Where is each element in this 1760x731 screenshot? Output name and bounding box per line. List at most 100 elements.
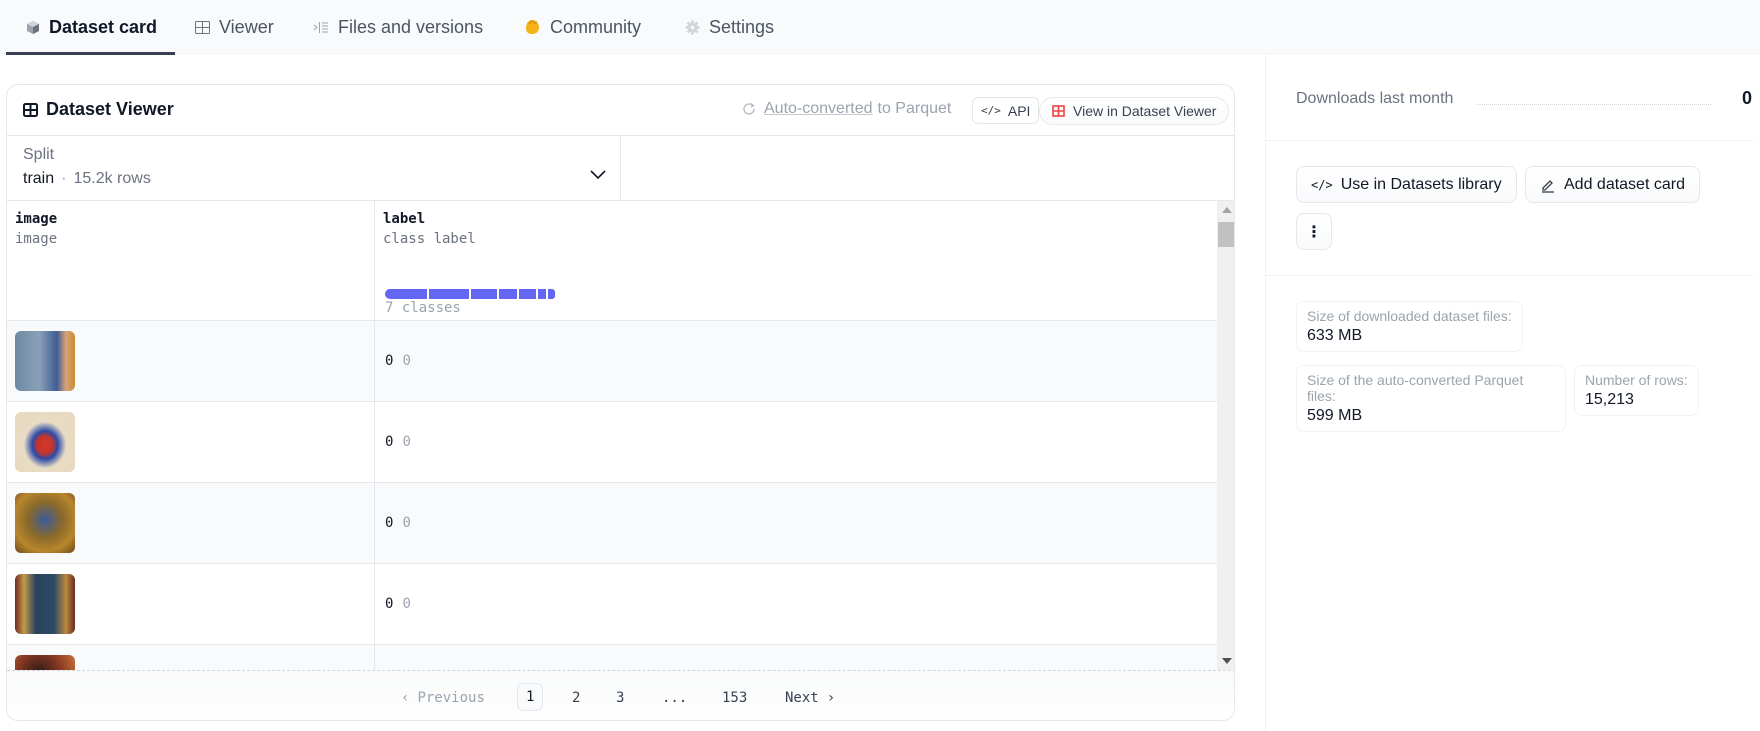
thumbnail-image[interactable] [15, 493, 75, 553]
image-cell [7, 483, 375, 563]
chevron-left-icon: ‹ [401, 690, 410, 706]
separator-dot: · [61, 170, 67, 187]
use-in-datasets-library-button[interactable]: </> Use in Datasets library [1296, 166, 1517, 203]
class-bar-segment[interactable] [499, 289, 517, 299]
column-name: image [15, 211, 58, 227]
viewer-title: Dataset Viewer [23, 99, 174, 120]
tab-settings[interactable]: Settings [685, 0, 774, 54]
table-icon [195, 20, 210, 34]
stat-key: Size of the auto-converted Parquet files… [1307, 372, 1524, 404]
label-value: 0 [385, 596, 394, 612]
view-label: View in Dataset Viewer [1073, 103, 1217, 119]
split-row: Split train · 15.2k rows [7, 136, 1234, 201]
stat-downloaded-size: Size of downloaded dataset files: 633 MB [1296, 301, 1523, 352]
next-page-button[interactable]: Next › [785, 685, 835, 711]
auto-converted-link[interactable]: Auto-converted [764, 100, 873, 118]
thumbnail-image[interactable] [15, 331, 75, 391]
add-dataset-card-button[interactable]: Add dataset card [1525, 166, 1700, 203]
class-bar-segment[interactable] [538, 289, 546, 299]
label-cell: 0 0 [375, 402, 1217, 482]
split-select[interactable]: Split train · 15.2k rows [7, 136, 621, 200]
previous-page-button[interactable]: ‹ Previous [401, 685, 485, 711]
split-rows: 15.2k rows [73, 170, 151, 187]
page-number: 3 [616, 690, 625, 706]
downloads-value: 0 [1742, 88, 1753, 108]
class-bar-segment[interactable] [548, 289, 555, 299]
tab-label: Files and versions [338, 16, 484, 37]
label-name: 0 [402, 353, 411, 369]
thumbnail-image[interactable] [15, 574, 75, 634]
table-scrollbar[interactable] [1217, 201, 1234, 670]
scrollbar-thumb[interactable] [1218, 222, 1234, 247]
tab-community[interactable]: Community [523, 0, 641, 54]
tab-dataset-card[interactable]: Dataset card [5, 0, 176, 55]
image-cell [7, 645, 375, 670]
tab-files-and-versions[interactable]: Files and versions [313, 0, 483, 54]
viewer-title-text: Dataset Viewer [46, 99, 174, 119]
page-button-2[interactable]: 2 [572, 685, 580, 711]
thumbnail-image[interactable] [15, 412, 75, 472]
stat-value: 633 MB [1307, 327, 1363, 344]
tab-label: Dataset card [49, 16, 158, 37]
page-number: 2 [572, 690, 581, 706]
tab-bar: Dataset card Viewer Files and versions C… [0, 0, 1760, 55]
image-cell [7, 321, 375, 401]
column-header-image[interactable]: image image [7, 201, 375, 321]
ellipsis: ... [662, 690, 688, 706]
previous-label: Previous [417, 690, 485, 706]
class-bar-segment[interactable] [471, 289, 497, 299]
table-row[interactable]: 0 0 [7, 321, 1217, 402]
table-header: image image label class label 7 classes [7, 201, 1217, 321]
column-type: image [15, 231, 58, 247]
dataset-viewer-card: Dataset Viewer Auto-converted to Parquet… [6, 84, 1235, 721]
class-bar-segment[interactable] [385, 289, 427, 299]
label-name: 0 [402, 434, 411, 450]
tab-viewer[interactable]: Viewer [195, 0, 274, 54]
classes-count: 7 classes [385, 300, 461, 316]
stat-number-of-rows: Number of rows: 15,213 [1574, 365, 1699, 416]
stat-parquet-size: Size of the auto-converted Parquet files… [1296, 365, 1566, 432]
label-cell: 0 0 [375, 564, 1217, 644]
api-button[interactable]: </> API [972, 97, 1040, 124]
downloads-sparkline [1476, 104, 1711, 105]
column-name: label [383, 211, 426, 227]
gear-icon [685, 19, 700, 35]
split-label: Split [23, 146, 55, 163]
sidebar: Downloads last month 0 </> Use in Datase… [1265, 54, 1760, 731]
image-cell [7, 402, 375, 482]
scroll-down-arrow-icon[interactable] [1222, 658, 1232, 664]
pagination: ‹ Previous 1 2 3 ... 153 Next › [7, 670, 1234, 720]
page-button-1[interactable]: 1 [517, 683, 544, 711]
table-icon [1052, 105, 1065, 117]
code-icon: </> [981, 104, 1001, 117]
more-options-button[interactable]: ⋮ [1296, 213, 1332, 250]
table-row[interactable] [7, 645, 1217, 670]
image-cell [7, 564, 375, 644]
more-icon: ⋮ [1306, 223, 1322, 241]
tab-label: Settings [709, 16, 775, 37]
table-row[interactable]: 0 0 [7, 402, 1217, 483]
column-header-label[interactable]: label class label 7 classes [375, 201, 1217, 321]
table-row[interactable]: 0 0 [7, 564, 1217, 645]
page-button-3[interactable]: 3 [616, 685, 624, 711]
tab-label: Community [550, 16, 642, 37]
chevron-down-icon [590, 170, 606, 180]
stat-key: Number of rows: [1585, 372, 1688, 388]
class-bar-segment[interactable] [429, 289, 469, 299]
view-in-dataset-viewer-button[interactable]: View in Dataset Viewer [1039, 97, 1230, 125]
column-type: class label [383, 231, 476, 247]
page-button-last[interactable]: 153 [722, 685, 747, 711]
cube-icon [26, 20, 40, 35]
button-label: Use in Datasets library [1340, 175, 1502, 193]
button-label: Add dataset card [1564, 175, 1685, 193]
class-bar-segment[interactable] [519, 289, 536, 299]
scroll-up-arrow-icon[interactable] [1222, 207, 1232, 213]
viewer-header: Dataset Viewer Auto-converted to Parquet… [7, 85, 1234, 136]
hand-wave-icon [523, 18, 541, 36]
stat-value: 15,213 [1585, 391, 1634, 408]
thumbnail-image[interactable] [15, 655, 75, 670]
tab-label: Viewer [219, 16, 274, 37]
downloads-label: Downloads last month [1296, 90, 1454, 107]
code-icon: </> [1311, 177, 1333, 192]
table-row[interactable]: 0 0 [7, 483, 1217, 564]
